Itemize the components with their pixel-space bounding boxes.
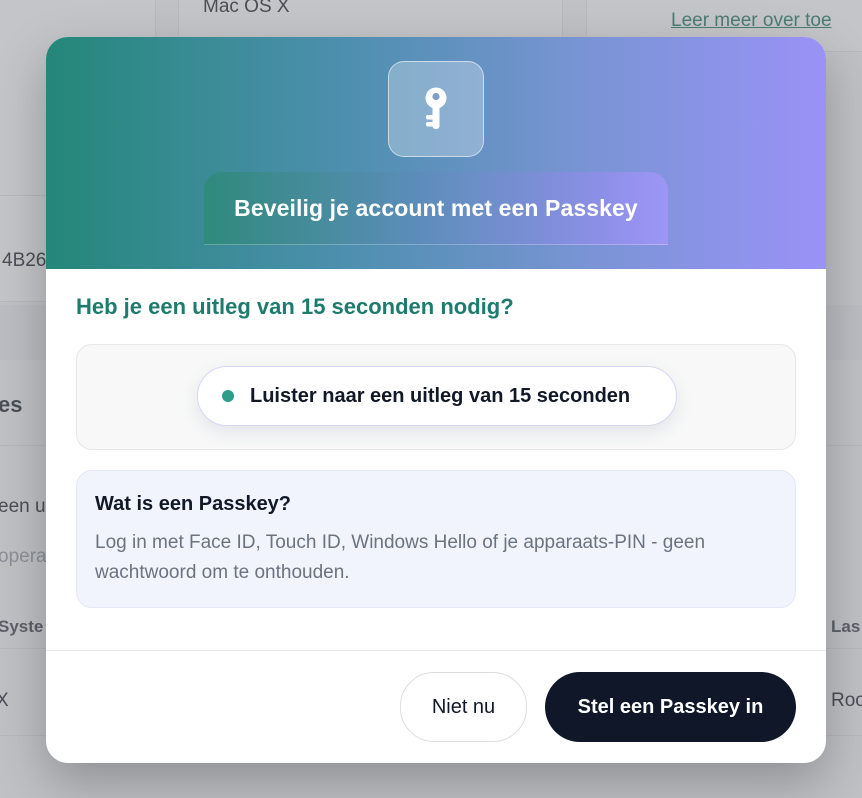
modal-hero: Beveilig je account met een Passkey: [46, 37, 826, 269]
listen-explanation-button[interactable]: Luister naar een uitleg van 15 seconden: [197, 366, 677, 426]
modal-title-tab: Beveilig je account met een Passkey: [204, 172, 668, 245]
passkey-info-box: Wat is een Passkey? Log in met Face ID, …: [76, 470, 796, 608]
explanation-question: Heb je een uitleg van 15 seconden nodig?: [76, 294, 514, 319]
info-title: Wat is een Passkey?: [95, 493, 292, 515]
listen-section: Luister naar een uitleg van 15 seconden: [76, 344, 796, 450]
footer-divider: [46, 650, 826, 651]
modal-title: Beveilig je account met een Passkey: [234, 194, 638, 221]
not-now-button[interactable]: Niet nu: [400, 672, 527, 742]
listen-button-label: Luister naar een uitleg van 15 seconden: [250, 384, 631, 407]
key-icon-tile: [388, 61, 484, 157]
audio-dot-icon: [222, 390, 234, 402]
key-icon: [425, 87, 447, 129]
passkey-modal: Beveilig je account met een Passkey Heb …: [46, 37, 826, 763]
info-body: Log in met Face ID, Touch ID, Windows He…: [95, 532, 706, 583]
setup-passkey-button[interactable]: Stel een Passkey in: [545, 672, 796, 742]
